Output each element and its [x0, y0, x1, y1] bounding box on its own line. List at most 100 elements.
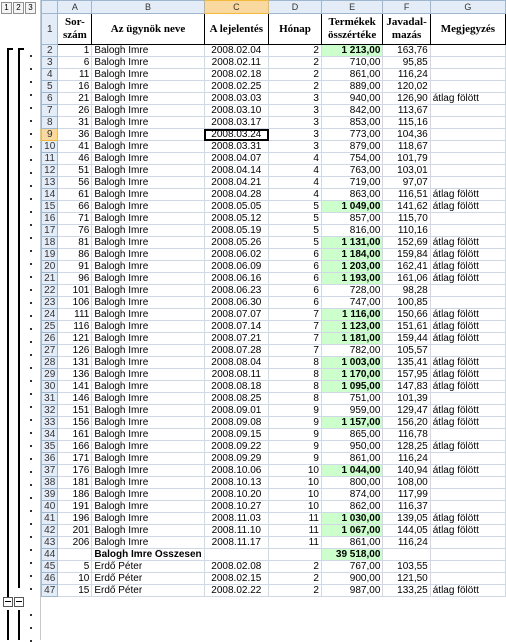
cell-honap[interactable]: 10 [268, 500, 322, 513]
outline-level-1-button[interactable]: 1 [1, 2, 12, 14]
cell-osszertek[interactable]: 782,00 [320, 344, 384, 357]
row-header[interactable]: 29 [40, 368, 59, 381]
cell-osszertek[interactable]: 1 181,00 [320, 332, 384, 345]
cell-ugynok[interactable]: Balogh Imre [91, 68, 205, 81]
cell-javadalmazas[interactable]: 162,41 [382, 260, 431, 273]
cell-javadalmazas[interactable]: 115,16 [382, 116, 431, 129]
cell-lejelentes[interactable]: 2008.04.21 [203, 176, 270, 189]
cell-sorszam[interactable]: 71 [57, 212, 93, 225]
cell-javadalmazas[interactable]: 141,62 [382, 200, 431, 213]
cell-megjegyzes[interactable]: átlag fölött [429, 248, 506, 261]
row-header[interactable]: 19 [40, 248, 59, 261]
row-header[interactable]: 6 [40, 92, 59, 105]
cell-honap[interactable]: 3 [268, 140, 322, 153]
cell-sorszam[interactable]: 61 [57, 188, 93, 201]
cell-javadalmazas[interactable]: 116,37 [382, 500, 431, 513]
spreadsheet-grid[interactable]: A B C D E F G 1 Sor-szám Az ügynök neve … [40, 0, 506, 597]
cell-ugynok[interactable]: Balogh Imre [91, 56, 205, 69]
cell-honap[interactable]: 3 [268, 92, 322, 105]
cell-javadalmazas[interactable]: 157,95 [382, 368, 431, 381]
row-header[interactable]: 37 [40, 464, 59, 477]
cell-osszertek[interactable]: 1 095,00 [320, 380, 384, 393]
row-header[interactable]: 3 [40, 56, 59, 69]
cell-lejelentes[interactable]: 2008.05.05 [203, 200, 270, 213]
cell-osszertek[interactable]: 719,00 [320, 176, 384, 189]
cell-javadalmazas[interactable]: 140,94 [382, 464, 431, 477]
cell-sorszam[interactable]: 31 [57, 116, 93, 129]
cell-lejelentes[interactable]: 2008.03.03 [203, 92, 270, 105]
cell-lejelentes[interactable]: 2008.04.28 [203, 188, 270, 201]
cell-osszertek[interactable]: 800,00 [320, 476, 384, 489]
cell-lejelentes[interactable]: 2008.09.29 [203, 452, 270, 465]
cell-osszertek[interactable]: 940,00 [320, 92, 384, 105]
cell-honap[interactable]: 6 [268, 284, 322, 297]
row-header[interactable]: 42 [40, 524, 59, 537]
cell-ugynok[interactable]: Erdő Péter [91, 584, 205, 597]
cell-javadalmazas[interactable]: 128,25 [382, 440, 431, 453]
cell-honap[interactable]: 4 [268, 176, 322, 189]
row-header[interactable]: 27 [40, 344, 59, 357]
cell-lejelentes[interactable]: 2008.02.22 [203, 584, 270, 597]
cell-ugynok[interactable]: Balogh Imre [91, 380, 205, 393]
cell-ugynok[interactable]: Balogh Imre [91, 512, 205, 525]
cell-sorszam[interactable]: 151 [57, 404, 93, 417]
cell-javadalmazas[interactable]: 101,79 [382, 152, 431, 165]
cell-sorszam[interactable]: 196 [57, 512, 93, 525]
cell-osszertek[interactable]: 1 044,00 [320, 464, 384, 477]
cell-megjegyzes[interactable] [429, 428, 506, 441]
cell-megjegyzes[interactable]: átlag fölött [429, 368, 506, 381]
select-all-corner[interactable] [40, 0, 59, 14]
header-cell-javadalmazas[interactable]: Javadal-mazás [382, 13, 431, 45]
collapse-subgroup-button[interactable] [14, 597, 24, 607]
cell-honap[interactable]: 2 [268, 68, 322, 81]
header-cell-lejelentes[interactable]: A lejelentés [203, 13, 270, 45]
row-header[interactable]: 4 [40, 68, 59, 81]
row-header[interactable]: 39 [40, 488, 59, 501]
cell-lejelentes[interactable]: 2008.06.09 [203, 260, 270, 273]
cell-sorszam[interactable]: 101 [57, 284, 93, 297]
cell-javadalmazas[interactable]: 120,02 [382, 80, 431, 93]
cell-lejelentes[interactable]: 2008.11.10 [203, 524, 270, 537]
cell-javadalmazas[interactable]: 163,76 [382, 44, 431, 57]
cell-javadalmazas[interactable]: 161,06 [382, 272, 431, 285]
cell-ugynok[interactable]: Balogh Imre [91, 452, 205, 465]
cell-megjegyzes[interactable]: átlag fölött [429, 92, 506, 105]
cell-honap[interactable]: 7 [268, 320, 322, 333]
column-header-g[interactable]: G [429, 0, 506, 14]
cell-javadalmazas[interactable]: 144,05 [382, 524, 431, 537]
cell-megjegyzes[interactable]: átlag fölött [429, 404, 506, 417]
row-header[interactable]: 12 [40, 164, 59, 177]
cell-ugynok[interactable]: Balogh Imre [91, 332, 205, 345]
cell-megjegyzes[interactable] [429, 392, 506, 405]
cell-megjegyzes[interactable] [429, 80, 506, 93]
cell-javadalmazas[interactable]: 126,90 [382, 92, 431, 105]
row-header[interactable]: 7 [40, 104, 59, 117]
cell-sorszam[interactable]: 161 [57, 428, 93, 441]
cell-javadalmazas[interactable]: 116,24 [382, 452, 431, 465]
cell-javadalmazas[interactable]: 135,41 [382, 356, 431, 369]
row-header[interactable]: 40 [40, 500, 59, 513]
cell-megjegyzes[interactable] [429, 488, 506, 501]
cell-ugynok[interactable]: Balogh Imre [91, 284, 205, 297]
cell-ugynok[interactable]: Balogh Imre [91, 320, 205, 333]
cell-osszertek[interactable]: 816,00 [320, 224, 384, 237]
cell-sorszam[interactable]: 146 [57, 392, 93, 405]
cell-megjegyzes[interactable] [429, 152, 506, 165]
row-header[interactable]: 17 [40, 224, 59, 237]
cell-megjegyzes[interactable] [429, 116, 506, 129]
cell-megjegyzes[interactable] [429, 56, 506, 69]
cell-osszertek[interactable]: 710,00 [320, 56, 384, 69]
cell-ugynok[interactable]: Balogh Imre [91, 500, 205, 513]
cell-lejelentes[interactable]: 2008.07.28 [203, 344, 270, 357]
row-header[interactable]: 26 [40, 332, 59, 345]
cell-lejelentes[interactable]: 2008.09.22 [203, 440, 270, 453]
cell-sorszam[interactable]: 36 [57, 128, 93, 141]
cell-sorszam[interactable]: 21 [57, 92, 93, 105]
cell-sorszam[interactable]: 1 [57, 44, 93, 57]
cell-megjegyzes[interactable] [429, 572, 506, 585]
cell-honap[interactable]: 10 [268, 476, 322, 489]
cell-honap[interactable]: 4 [268, 164, 322, 177]
column-header-e[interactable]: E [320, 0, 384, 14]
cell-ugynok[interactable]: Balogh Imre [91, 44, 205, 57]
cell-javadalmazas[interactable]: 104,36 [382, 128, 431, 141]
